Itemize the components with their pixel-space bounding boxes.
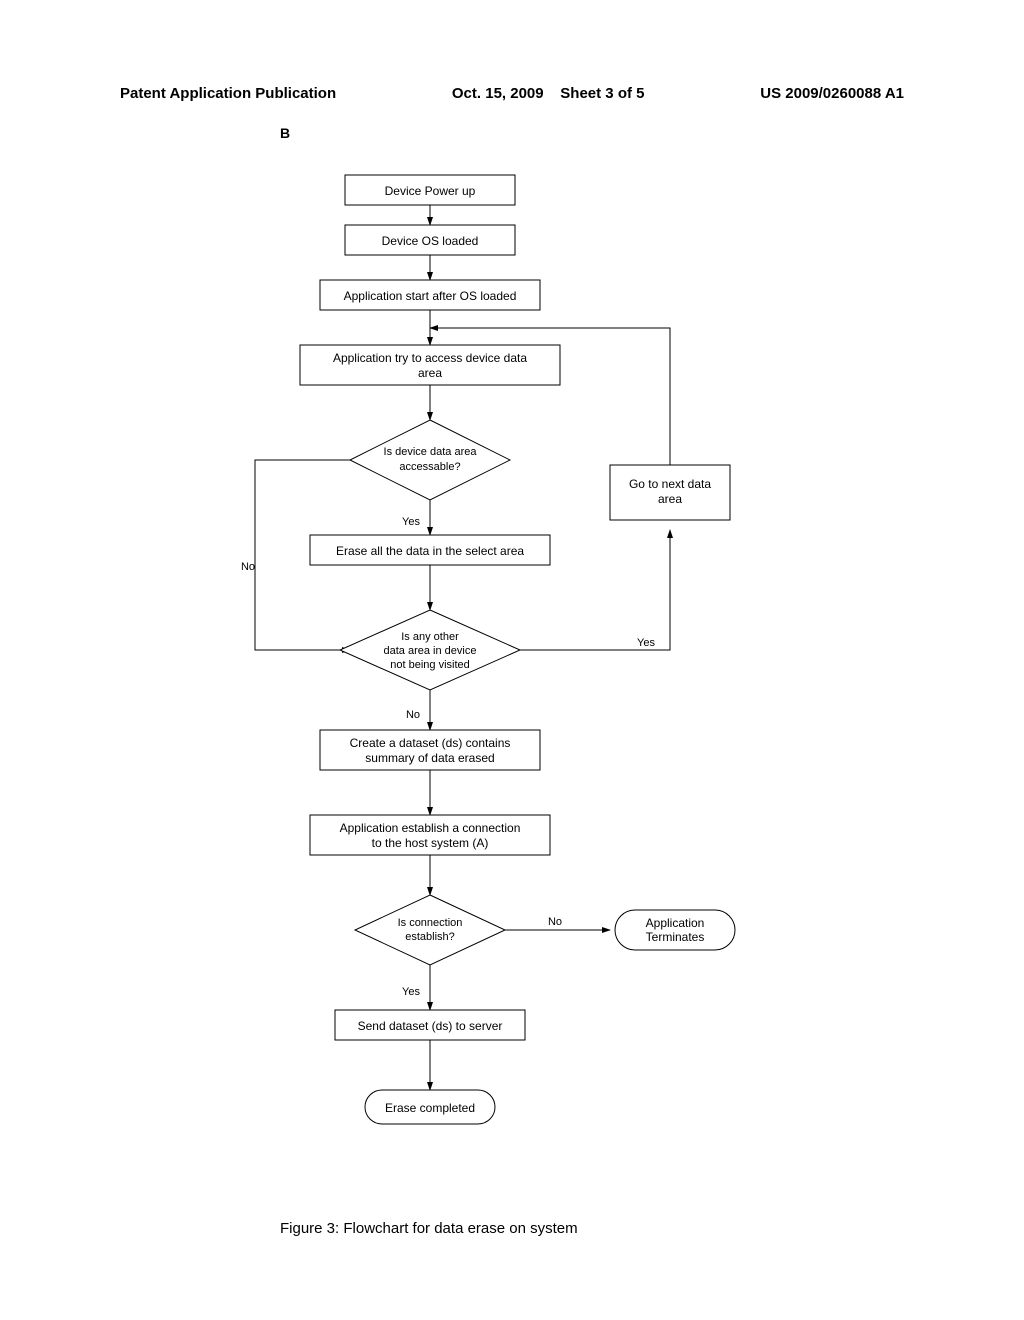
decision-text-l2: data area in device	[384, 645, 477, 657]
edge-label-no-down: No	[406, 709, 420, 721]
decision-text-l1: Is any other	[401, 631, 459, 643]
term-text-l2: Terminates	[646, 930, 705, 944]
decision-connection: Is connection establish?	[355, 895, 505, 965]
date-sheet: Oct. 15, 2009 Sheet 3 of 5	[452, 85, 645, 102]
decision-text-l2: establish?	[405, 931, 455, 943]
node-device-power-up: Device Power up	[345, 175, 515, 205]
edge-label-no-right: No	[548, 916, 562, 928]
term-text-l1: Application	[646, 916, 705, 930]
node-go-next: Go to next data area	[610, 465, 730, 520]
decision-accessable: Is device data area accessable?	[350, 420, 510, 500]
node-text: Application start after OS loaded	[344, 289, 517, 303]
node-app-start: Application start after OS loaded	[320, 280, 540, 310]
edge-label-yes: Yes	[402, 516, 420, 528]
node-text-l1: Application establish a connection	[340, 821, 521, 835]
publication-number: US 2009/0260088 A1	[760, 85, 904, 102]
terminator-erase-completed: Erase completed	[365, 1090, 495, 1124]
node-text-l1: Create a dataset (ds) contains	[350, 736, 511, 750]
node-device-os-loaded: Device OS loaded	[345, 225, 515, 255]
section-label: B	[280, 125, 290, 141]
node-send-dataset: Send dataset (ds) to server	[335, 1010, 525, 1040]
node-text-l2: summary of data erased	[365, 751, 494, 765]
edge-label-yes-right: Yes	[637, 637, 655, 649]
term-text: Erase completed	[385, 1101, 475, 1115]
decision-text-line1: Is device data area	[384, 446, 478, 458]
node-establish-connection: Application establish a connection to th…	[310, 815, 550, 855]
node-app-access-data: Application try to access device data ar…	[300, 345, 560, 385]
node-text-l1: Go to next data	[629, 477, 711, 491]
edge-label-no-left: No	[241, 561, 255, 573]
decision-text-l1: Is connection	[398, 917, 463, 929]
edge-label-yes-down: Yes	[402, 986, 420, 998]
page-header: Patent Application Publication Oct. 15, …	[120, 85, 904, 102]
decision-other-area: Is any other data area in device not bei…	[340, 610, 520, 690]
figure-caption: Figure 3: Flowchart for data erase on sy…	[280, 1220, 578, 1237]
node-text: Erase all the data in the select area	[336, 544, 524, 558]
node-text-line2: area	[418, 366, 442, 380]
date: Oct. 15, 2009	[452, 85, 544, 102]
decision-text-line2: accessable?	[399, 461, 460, 473]
sheet: Sheet 3 of 5	[560, 85, 644, 102]
publication-label: Patent Application Publication	[120, 85, 336, 102]
node-create-dataset: Create a dataset (ds) contains summary o…	[320, 730, 540, 770]
terminator-app-terminates: Application Terminates	[615, 910, 735, 950]
node-text: Device Power up	[385, 184, 476, 198]
decision-text-l3: not being visited	[390, 659, 470, 671]
node-text-l2: to the host system (A)	[372, 836, 489, 850]
flowchart-diagram: Device Power up Device OS loaded Applica…	[0, 170, 1024, 1210]
node-erase-all: Erase all the data in the select area	[310, 535, 550, 565]
node-text: Send dataset (ds) to server	[358, 1019, 503, 1033]
node-text: Device OS loaded	[382, 234, 479, 248]
node-text-line1: Application try to access device data	[333, 351, 527, 365]
node-text-l2: area	[658, 492, 682, 506]
